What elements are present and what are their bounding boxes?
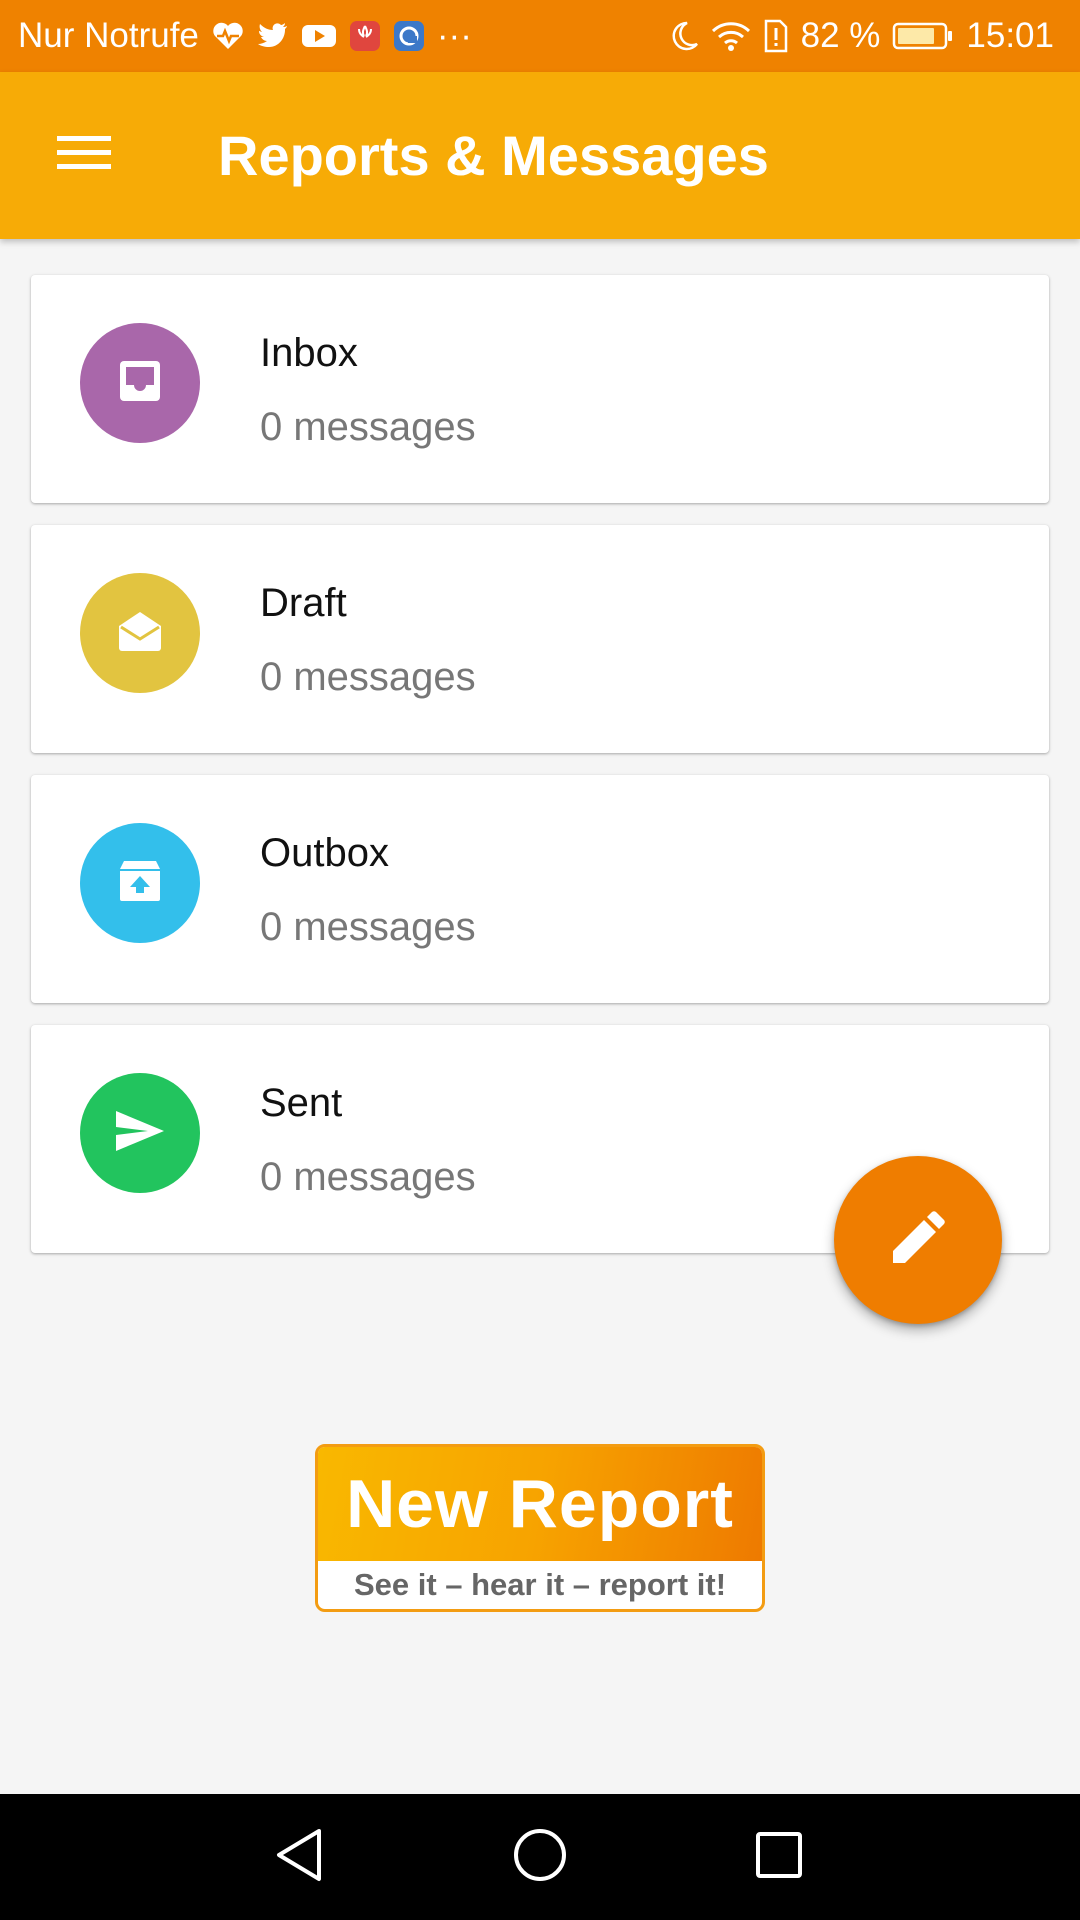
huawei-app-icon [349,20,381,52]
folder-card-draft[interactable]: Draft 0 messages [31,525,1049,753]
more-notifications-label: ··· [436,16,472,55]
send-icon [114,1109,166,1158]
open-envelope-icon [117,610,163,657]
inbox-avatar [80,323,200,443]
home-circle-icon [512,1827,568,1888]
hamburger-icon [57,133,111,178]
app-icon [393,20,425,52]
draft-avatar [80,573,200,693]
sim-alert-icon [763,19,789,53]
message-count: 0 messages [260,655,476,699]
folder-name: Inbox [260,331,358,375]
message-count: 0 messages [260,1155,476,1199]
new-report-tagline: See it – hear it – report it! [353,1567,727,1602]
battery-icon [892,21,954,51]
twitter-icon [257,22,289,50]
pencil-icon [889,1209,947,1272]
heart-monitor-icon [211,21,245,51]
app-bar: Reports & Messages [0,72,1080,239]
folder-name: Draft [260,581,347,625]
folder-card-inbox[interactable]: Inbox 0 messages [31,275,1049,503]
menu-button[interactable] [42,114,126,198]
battery-percent-label: 82 % [800,16,881,55]
system-nav-bar [0,1794,1080,1920]
clock-label: 15:01 [966,16,1054,55]
status-bar: Nur Notrufe ··· 82 % 15:01 [0,0,1080,72]
back-triangle-icon [273,1827,325,1888]
moon-icon [669,20,699,52]
inbox-tray-icon [118,359,162,408]
status-bar-right: 82 % 15:01 [669,16,1054,56]
recents-button[interactable] [746,1824,812,1890]
sent-avatar [80,1073,200,1193]
message-count: 0 messages [260,905,476,949]
folder-name: Sent [260,1081,343,1125]
folder-list: Inbox 0 messages Draft 0 messages Outbox… [31,275,1049,1275]
message-count: 0 messages [260,405,476,449]
compose-fab[interactable] [834,1156,1002,1324]
carrier-label: Nur Notrufe [18,16,199,55]
outbox-upload-icon [118,859,162,908]
recents-square-icon [754,1830,804,1885]
folder-name: Outbox [260,831,389,875]
back-button[interactable] [266,1824,332,1890]
youtube-icon [301,22,337,50]
status-bar-left: Nur Notrufe ··· [18,16,472,56]
page-title: Reports & Messages [218,124,769,187]
home-button[interactable] [507,1824,573,1890]
new-report-title: New Report [318,1447,762,1561]
outbox-avatar [80,823,200,943]
new-report-banner[interactable]: New Report See it – hear it – report it! [315,1444,765,1612]
wifi-icon [711,20,751,52]
folder-card-outbox[interactable]: Outbox 0 messages [31,775,1049,1003]
